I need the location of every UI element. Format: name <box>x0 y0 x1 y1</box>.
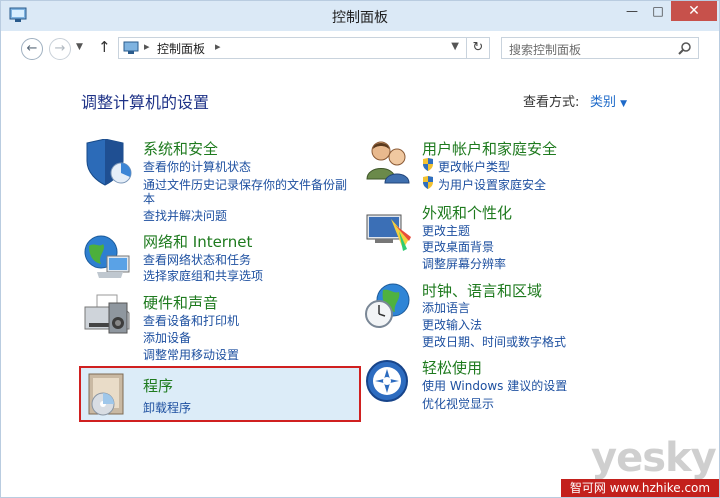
maximize-button[interactable]: □ <box>645 1 671 21</box>
minimize-button[interactable]: — <box>619 1 645 21</box>
link-change-input-method[interactable]: 更改输入法 <box>422 316 482 333</box>
printer-hardware-icon[interactable] <box>83 293 133 339</box>
navigation-bar: ← → ▼ ↑ ▸ 控制面板 ▸ ▼ ↻ 搜索控制面板 <box>1 31 719 67</box>
view-by-label: 查看方式: <box>523 95 580 110</box>
forward-button[interactable]: → <box>49 38 71 60</box>
programs-icon[interactable] <box>85 372 129 418</box>
category-programs[interactable]: 程序 <box>143 375 173 396</box>
category-user-accounts[interactable]: 用户帐户和家庭安全 <box>422 138 557 159</box>
category-hardware-sound[interactable]: 硬件和声音 <box>143 292 218 313</box>
search-input[interactable]: 搜索控制面板 <box>509 41 581 58</box>
close-button[interactable]: ✕ <box>671 1 717 21</box>
category-clock-language-region[interactable]: 时钟、语言和区域 <box>422 280 542 301</box>
recent-locations-dropdown[interactable]: ▼ <box>76 42 83 52</box>
category-network-internet[interactable]: 网络和 Internet <box>143 231 252 252</box>
link-file-history-backup-cont[interactable]: 本 <box>143 190 155 207</box>
search-icon[interactable] <box>678 41 692 55</box>
maximize-icon: □ <box>652 4 664 18</box>
view-by-dropdown[interactable]: 类别 ▼ <box>590 91 627 110</box>
category-system-security[interactable]: 系统和安全 <box>143 138 218 159</box>
search-box[interactable]: 搜索控制面板 <box>501 37 699 59</box>
close-icon: ✕ <box>688 3 700 19</box>
user-accounts-icon[interactable] <box>365 139 413 185</box>
chevron-right-icon[interactable]: ▸ <box>144 40 150 53</box>
chevron-down-icon: ▼ <box>620 99 628 109</box>
address-path[interactable]: 控制面板 <box>157 40 205 57</box>
address-bar[interactable]: ▸ 控制面板 ▸ ▼ ↻ <box>118 37 490 59</box>
link-devices-printers[interactable]: 查看设备和打印机 <box>143 312 239 329</box>
category-ease-of-access[interactable]: 轻松使用 <box>422 357 482 378</box>
link-add-device[interactable]: 添加设备 <box>143 329 191 346</box>
appearance-personalization-icon[interactable] <box>365 209 413 253</box>
system-security-shield-icon[interactable] <box>83 139 133 187</box>
link-view-computer-status[interactable]: 查看你的计算机状态 <box>143 158 251 175</box>
window-title: 控制面板 <box>332 10 388 26</box>
up-button[interactable]: ↑ <box>98 38 111 56</box>
category-appearance[interactable]: 外观和个性化 <box>422 202 512 223</box>
shield-uac-icon <box>423 158 433 171</box>
refresh-icon: ↻ <box>472 40 484 55</box>
chevron-down-icon[interactable]: ▼ <box>451 41 459 52</box>
link-windows-suggested-settings[interactable]: 使用 Windows 建议的设置 <box>422 377 567 394</box>
chevron-right-icon[interactable]: ▸ <box>215 40 221 53</box>
link-homegroup-sharing[interactable]: 选择家庭组和共享选项 <box>143 267 263 284</box>
yesky-watermark: yesky <box>591 435 717 481</box>
link-change-account-type[interactable]: 更改帐户类型 <box>438 158 510 175</box>
shield-uac-icon <box>423 176 433 189</box>
back-arrow-icon: ← <box>26 41 38 56</box>
forward-arrow-icon: → <box>54 41 66 56</box>
link-uninstall-program[interactable]: 卸载程序 <box>143 399 191 416</box>
link-optimize-visual-display[interactable]: 优化视觉显示 <box>422 395 494 412</box>
link-change-theme[interactable]: 更改主题 <box>422 222 470 239</box>
control-panel-window: 控制面板 — □ ✕ ← → ▼ ↑ ▸ 控制面板 ▸ ▼ ↻ 搜索控制面板 调… <box>0 0 720 498</box>
link-view-network-status[interactable]: 查看网络状态和任务 <box>143 251 251 268</box>
link-date-time-format[interactable]: 更改日期、时间或数字格式 <box>422 333 566 350</box>
title-bar: 控制面板 — □ ✕ <box>1 1 719 31</box>
link-find-fix-problems[interactable]: 查找并解决问题 <box>143 207 227 224</box>
clock-globe-icon[interactable] <box>365 282 413 330</box>
link-screen-resolution[interactable]: 调整屏幕分辨率 <box>422 255 506 272</box>
page-title: 调整计算机的设置 <box>81 93 210 112</box>
ease-of-access-icon[interactable] <box>365 359 409 403</box>
link-mobility-settings[interactable]: 调整常用移动设置 <box>143 346 239 363</box>
link-add-language[interactable]: 添加语言 <box>422 299 470 316</box>
control-panel-icon <box>123 41 139 54</box>
link-family-safety[interactable]: 为用户设置家庭安全 <box>438 176 546 193</box>
refresh-button[interactable]: ↻ <box>466 38 489 58</box>
minimize-icon: — <box>626 4 638 18</box>
link-file-history-backup[interactable]: 通过文件历史记录保存你的文件备份副 <box>143 176 347 193</box>
network-globe-icon[interactable] <box>83 234 133 280</box>
back-button[interactable]: ← <box>21 38 43 60</box>
link-change-background[interactable]: 更改桌面背景 <box>422 238 494 255</box>
site-footer-watermark: 智可网 www.hzhike.com <box>561 479 719 497</box>
